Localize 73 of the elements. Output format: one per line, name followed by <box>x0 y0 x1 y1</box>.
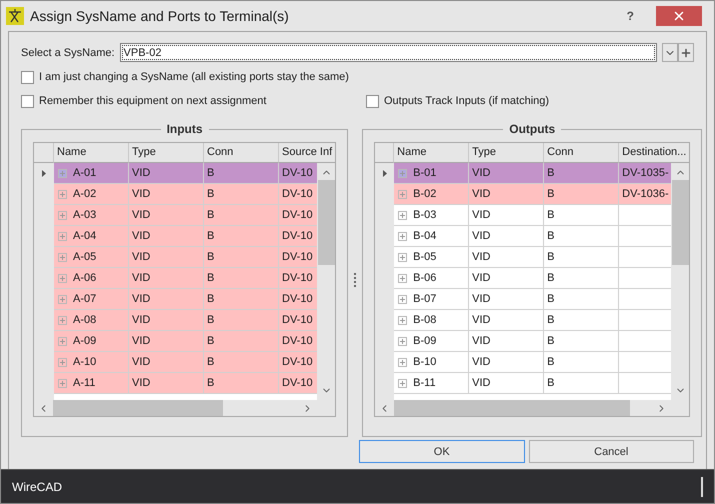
group-title: Outputs <box>508 122 556 136</box>
expand-icon[interactable] <box>58 274 67 282</box>
dropdown-button[interactable] <box>662 43 678 62</box>
app-logo-icon <box>6 7 24 25</box>
checkbox[interactable] <box>366 94 379 108</box>
expand-icon[interactable] <box>58 358 67 366</box>
expand-icon[interactable] <box>398 336 408 346</box>
expand-icon[interactable] <box>398 252 408 262</box>
grid-row[interactable]: A-02 VID B DV-10 <box>54 184 318 205</box>
table-cell: VID <box>469 373 544 394</box>
expand-icon[interactable] <box>58 378 67 388</box>
status-text: WireCAD <box>12 480 63 494</box>
checkbox-label: Remember this equipment on next assignment <box>39 95 266 107</box>
expand-icon[interactable] <box>398 358 408 366</box>
table-cell: B-11 <box>394 373 470 394</box>
expand-icon[interactable] <box>58 336 67 346</box>
grid-row[interactable]: B-09 VID B <box>394 331 672 352</box>
checkbox[interactable] <box>21 94 34 108</box>
checkbox-label: I am just changing a SysName (all existing ports stay the same) <box>39 71 349 83</box>
expand-icon[interactable] <box>58 168 67 178</box>
plus-icon <box>680 46 692 58</box>
grid-row[interactable]: B-06 VID B <box>394 268 672 289</box>
expand-icon[interactable] <box>58 316 67 324</box>
grid-row[interactable]: B-01 VID B DV-1035- <box>394 163 672 184</box>
expand-icon[interactable] <box>398 316 408 324</box>
grid-row[interactable]: B-10 VID B <box>394 352 672 373</box>
group-title: Inputs <box>166 122 204 136</box>
data-grid[interactable]: Name Type Conn Destination... B-01 VID B DV-1035- B-02 VID B DV-1036- B-03 VID B B-04 VID B B-05 VID B B-06 VID B B-07 VID B B-08 VID B B-09 VID B B-10 VID B B-11 VID B <box>374 142 690 417</box>
window-title: Assign SysName and Ports to Terminal(s) <box>30 8 290 24</box>
expand-icon[interactable] <box>58 294 67 304</box>
expand-icon[interactable] <box>398 294 408 304</box>
sysname-combo[interactable]: VPB-02 <box>120 43 657 62</box>
grid-row[interactable]: A-07 VID B DV-10 <box>54 289 318 310</box>
grid-row[interactable]: B-05 VID B <box>394 247 672 268</box>
grid-row[interactable]: A-01 VID B DV-10 <box>54 163 318 184</box>
grid-row[interactable]: A-11 VID B DV-10 <box>54 373 318 394</box>
data-grid[interactable] <box>33 142 336 417</box>
grid-row[interactable]: A-06 VID B DV-10 <box>54 268 318 289</box>
dialog-button[interactable]: OK <box>359 440 524 463</box>
checkbox[interactable] <box>21 70 34 84</box>
grid-row[interactable]: A-04 VID B DV-10 <box>54 226 318 247</box>
expand-icon[interactable] <box>398 190 408 198</box>
expand-icon[interactable] <box>398 168 408 178</box>
dialog-button[interactable]: Cancel <box>528 440 694 463</box>
grid-row[interactable]: B-02 VID B DV-1036- <box>394 184 672 205</box>
grid-row[interactable]: B-07 VID B <box>394 289 672 310</box>
table-cell: B <box>544 373 620 394</box>
expand-icon[interactable] <box>398 274 408 282</box>
expand-icon[interactable] <box>58 210 67 220</box>
grid-row[interactable]: B-03 VID B <box>394 205 672 226</box>
table-cell: VID <box>129 373 204 394</box>
expand-icon[interactable] <box>58 252 67 262</box>
table-cell: B <box>204 373 279 394</box>
close-icon <box>672 9 686 23</box>
table-cell: A-11 <box>54 373 129 394</box>
grid-row[interactable]: A-08 VID B DV-10 <box>54 310 318 331</box>
close-button[interactable] <box>656 6 702 26</box>
expand-icon[interactable] <box>398 232 408 240</box>
help-button[interactable]: ? <box>626 9 634 23</box>
grid-row[interactable]: A-03 VID B DV-10 <box>54 205 318 226</box>
sysname-label: Select a SysName: <box>21 46 115 58</box>
grid-row[interactable]: B-04 VID B <box>394 226 672 247</box>
grid-row[interactable]: A-09 VID B DV-10 <box>54 331 318 352</box>
checkbox-label: Outputs Track Inputs (if matching) <box>384 95 550 107</box>
grid-row[interactable]: A-05 VID B DV-10 <box>54 247 318 268</box>
grid-row[interactable]: B-11 VID B <box>394 373 672 394</box>
add-button[interactable] <box>678 43 694 62</box>
expand-icon[interactable] <box>58 190 67 198</box>
grid-row[interactable]: A-10 VID B DV-10 <box>54 352 318 373</box>
grid-row[interactable]: B-08 VID B <box>394 310 672 331</box>
expand-icon[interactable] <box>398 210 408 220</box>
expand-icon[interactable] <box>58 232 67 240</box>
expand-icon[interactable] <box>398 378 408 388</box>
